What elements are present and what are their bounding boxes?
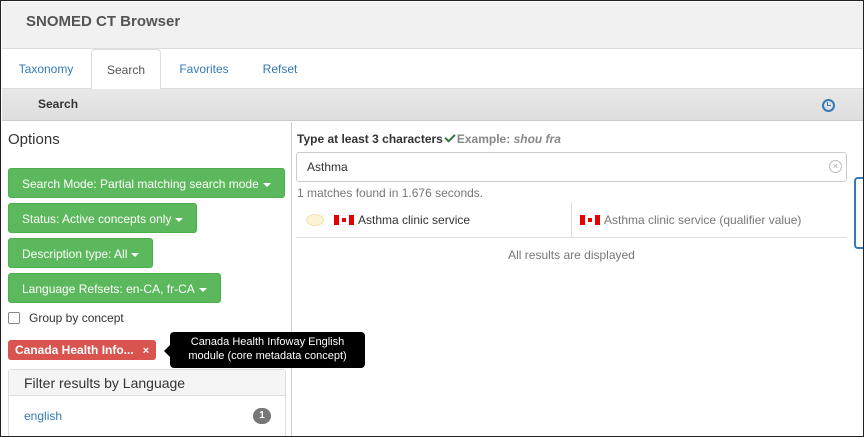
description-type-dropdown[interactable]: Description type: All (8, 238, 154, 268)
primitive-concept-icon (306, 214, 324, 226)
check-icon (444, 131, 456, 143)
column-divider (571, 202, 572, 238)
example-label: Example: (456, 132, 511, 146)
search-hint: Type at least 3 characters Example: shou … (297, 131, 561, 146)
count-badge: 1 (253, 408, 271, 424)
search-mode-dropdown[interactable]: Search Mode: Partial matching search mod… (8, 168, 285, 198)
table-row[interactable]: Asthma clinic service Asthma clinic serv… (296, 202, 847, 238)
caret-down-icon (131, 252, 140, 257)
panel-title: Search (38, 97, 79, 111)
all-results-displayed: All results are displayed (508, 248, 635, 262)
result-term[interactable]: Asthma clinic service (358, 213, 470, 227)
result-fsn[interactable]: Asthma clinic service (qualifier value) (604, 213, 801, 227)
filter-language-panel: Filter results by Language english 1 (8, 369, 286, 436)
language-filter-link[interactable]: english (24, 409, 62, 423)
search-panel-header: Search (2, 89, 863, 121)
example-value: shou fra (513, 132, 561, 146)
app-title: SNOMED CT Browser (26, 13, 181, 30)
language-refsets-label: Language Refsets: en-CA, fr-CA (22, 282, 195, 296)
caret-down-icon (198, 287, 207, 292)
close-icon[interactable]: × (143, 345, 149, 357)
module-filter-label: Canada Health Info... (15, 343, 134, 357)
hint-text: Type at least 3 characters (297, 132, 443, 146)
side-panel-edge[interactable] (854, 177, 863, 249)
tab-refset[interactable]: Refset (256, 49, 304, 89)
browser-window: SNOMED CT Browser Taxonomy Search Favori… (0, 0, 864, 437)
caret-down-icon (175, 217, 184, 222)
tab-taxonomy[interactable]: Taxonomy (15, 49, 77, 89)
status-dropdown[interactable]: Status: Active concepts only (8, 203, 198, 233)
list-item[interactable]: english 1 (9, 396, 285, 436)
language-refsets-dropdown[interactable]: Language Refsets: en-CA, fr-CA (8, 273, 221, 303)
search-mode-label: Search Mode: Partial matching search mod… (22, 177, 259, 191)
tab-search[interactable]: Search (91, 49, 161, 90)
search-input[interactable] (296, 152, 847, 182)
canada-flag-icon (580, 215, 600, 225)
caret-down-icon (262, 182, 271, 187)
filter-language-title: Filter results by Language (9, 370, 285, 396)
options-panel: Options Search Mode: Partial matching se… (2, 122, 365, 436)
group-by-concept-checkbox[interactable] (8, 312, 20, 324)
tab-favorites[interactable]: Favorites (174, 49, 234, 89)
canada-flag-icon (334, 215, 354, 225)
status-label: Status: Active concepts only (22, 212, 172, 226)
result-term-cell[interactable]: Asthma clinic service (306, 202, 470, 238)
match-info: 1 matches found in 1.676 seconds. (297, 186, 484, 200)
app-header: SNOMED CT Browser (2, 2, 863, 49)
group-by-concept-label: Group by concept (29, 311, 124, 325)
clear-icon[interactable]: × (829, 160, 842, 173)
module-filter-badge[interactable]: Canada Health Info... × (8, 340, 157, 360)
result-fsn-cell[interactable]: Asthma clinic service (qualifier value) (580, 202, 801, 238)
options-title: Options (8, 131, 60, 148)
search-results-panel: Type at least 3 characters Example: shou … (292, 122, 852, 436)
tab-bar: Taxonomy Search Favorites Refset (2, 49, 863, 90)
group-by-concept-row: Group by concept (8, 310, 124, 326)
history-icon[interactable] (822, 99, 835, 112)
description-type-label: Description type: All (22, 247, 128, 261)
